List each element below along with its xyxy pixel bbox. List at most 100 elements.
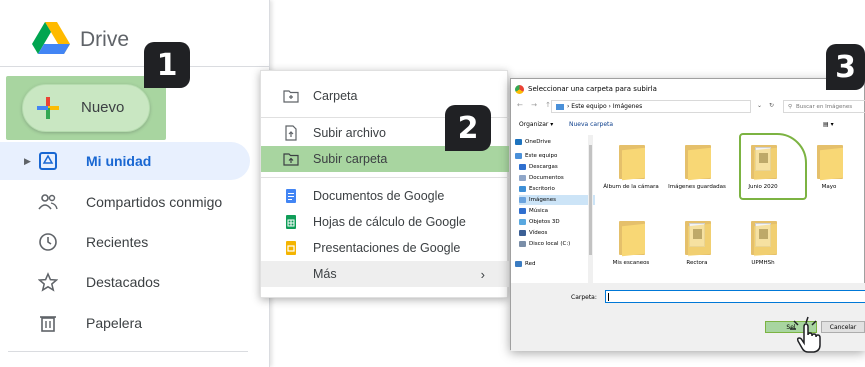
- tree-item-desktop[interactable]: Escritorio: [519, 184, 595, 194]
- app-name: Drive: [80, 28, 130, 51]
- view-options-icon[interactable]: ▤ ▾: [823, 121, 834, 128]
- folder-icon: [751, 221, 777, 257]
- pictures-icon: [519, 197, 526, 203]
- menu-item-label: Subir archivo: [313, 126, 386, 140]
- sidebar-item-my-drive[interactable]: ▶ Mi unidad: [0, 142, 250, 180]
- tree-item-music[interactable]: Música: [519, 206, 595, 216]
- upload-file-icon: [285, 125, 297, 141]
- address-bar[interactable]: › Este equipo › Imágenes: [551, 100, 751, 113]
- folder-label: UPMHSh: [751, 260, 775, 266]
- sidebar-item-label: Recientes: [86, 234, 149, 250]
- organize-button[interactable]: Organizar ▾: [519, 121, 553, 128]
- video-icon: [519, 230, 526, 236]
- shared-people-icon: [38, 194, 58, 210]
- menu-item-google-slides[interactable]: Presentaciones de Google: [261, 235, 509, 261]
- folder-item-saved-pictures[interactable]: Imágenes guardadas: [667, 139, 727, 209]
- tree-item-onedrive[interactable]: OneDrive: [515, 137, 591, 147]
- scrollbar-thumb[interactable]: [589, 145, 592, 255]
- folder-item-mayo[interactable]: Mayo: [799, 139, 859, 209]
- tree-item-3d-objects[interactable]: Objetos 3D: [519, 217, 595, 227]
- menu-item-more[interactable]: Más ›: [261, 261, 509, 287]
- tree-item-label: Disco local (C:): [529, 241, 571, 247]
- sidebar-item-recent[interactable]: Recientes: [0, 223, 250, 261]
- header-divider: [0, 66, 270, 67]
- folder-icon: [619, 145, 645, 181]
- search-icon: ⚲: [788, 103, 793, 110]
- tree-item-network[interactable]: Red: [515, 259, 591, 269]
- download-icon: [519, 164, 526, 170]
- search-input[interactable]: ⚲ Buscar en Imágenes: [783, 100, 865, 113]
- chrome-icon: [515, 84, 524, 94]
- sidebar-item-label: Compartidos conmigo: [86, 194, 223, 210]
- menu-item-label: Hojas de cálculo de Google: [313, 215, 466, 229]
- trash-icon: [40, 316, 56, 332]
- step-badge-1: 1: [144, 42, 190, 88]
- my-drive-icon: [39, 152, 57, 170]
- sidebar-item-shared[interactable]: Compartidos conmigo: [0, 183, 250, 221]
- selection-highlight: [739, 133, 807, 200]
- dialog-footer: Carpeta: Sel Cancelar: [511, 283, 865, 353]
- menu-item-label: Presentaciones de Google: [313, 241, 461, 255]
- text-caret: [608, 293, 609, 301]
- sidebar-item-label: Papelera: [86, 315, 143, 331]
- cancel-button[interactable]: Cancelar: [821, 321, 865, 333]
- folder-label: Álbum de la cámara: [603, 184, 659, 190]
- menu-item-google-sheets[interactable]: Hojas de cálculo de Google: [261, 209, 509, 235]
- menu-item-label: Carpeta: [313, 89, 358, 103]
- menu-item-label: Más: [313, 267, 337, 281]
- plus-icon: [37, 97, 59, 119]
- tree-item-label: Red: [525, 261, 536, 267]
- tree-item-local-disk[interactable]: Disco local (C:): [519, 239, 595, 249]
- star-icon: [38, 272, 58, 292]
- tree-item-videos[interactable]: Vídeos: [519, 228, 595, 238]
- sidebar-item-trash[interactable]: Papelera: [0, 304, 250, 342]
- chevron-right-icon: ›: [480, 266, 485, 282]
- back-forward-up-icons[interactable]: ← → ↑: [517, 101, 554, 109]
- folder-item-rectora[interactable]: Rectora: [667, 215, 727, 285]
- music-icon: [519, 208, 526, 214]
- step-badge-2: 2: [445, 105, 491, 151]
- google-drive-logo-icon: [32, 22, 70, 54]
- select-folder-dialog: Seleccionar una carpeta para subirla ← →…: [510, 78, 865, 353]
- caret-right-icon[interactable]: ▶: [24, 156, 31, 167]
- menu-item-label: Subir carpeta: [313, 152, 388, 166]
- tree-item-label: Objetos 3D: [529, 219, 560, 225]
- menu-item-google-docs[interactable]: Documentos de Google: [261, 183, 509, 209]
- folder-field-label: Carpeta:: [571, 294, 597, 301]
- tree-item-documents[interactable]: Documentos: [519, 173, 595, 183]
- menu-item-label: Documentos de Google: [313, 189, 445, 203]
- tree-item-label: Descargas: [529, 164, 558, 170]
- dialog-title: Seleccionar una carpeta para subirla: [528, 85, 657, 93]
- folder-item-upmhsh[interactable]: UPMHSh: [733, 215, 793, 285]
- refresh-icon[interactable]: ↻: [769, 102, 774, 109]
- tree-item-this-pc[interactable]: Este equipo: [515, 151, 591, 161]
- breadcrumb: › Este equipo › Imágenes: [567, 103, 643, 110]
- dropdown-chevron-icon[interactable]: ⌄: [757, 102, 762, 109]
- cloud-icon: [515, 139, 522, 145]
- cube-icon: [519, 219, 526, 225]
- google-slides-icon: [286, 241, 296, 255]
- hand-pointer-cursor-icon: [790, 316, 821, 353]
- desktop-icon: [519, 186, 526, 192]
- folder-item-camera-roll[interactable]: Álbum de la cámara: [601, 139, 661, 209]
- folder-label: Imágenes guardadas: [668, 184, 726, 190]
- folder-icon: [817, 145, 843, 181]
- dialog-titlebar: Seleccionar una carpeta para subirla: [515, 82, 657, 96]
- tree-item-pictures[interactable]: Imágenes: [519, 195, 595, 205]
- clock-icon: [39, 233, 57, 251]
- google-sheets-icon: [286, 215, 296, 229]
- new-button-label: Nuevo: [81, 99, 125, 116]
- tree-item-label: Imágenes: [529, 197, 556, 203]
- step-badge-3: 3: [826, 44, 865, 90]
- sidebar-item-label: Destacados: [86, 274, 160, 290]
- folder-input[interactable]: [605, 290, 865, 303]
- menu-separator: [261, 177, 509, 178]
- new-button[interactable]: Nuevo: [22, 84, 150, 132]
- sidebar-item-starred[interactable]: Destacados: [0, 263, 250, 301]
- folder-icon: [619, 221, 645, 257]
- folder-icon: [685, 145, 711, 181]
- tree-item-downloads[interactable]: Descargas: [519, 162, 595, 172]
- new-folder-button[interactable]: Nueva carpeta: [569, 121, 613, 128]
- folder-item-scans[interactable]: Mis escaneos: [601, 215, 661, 285]
- drive-sidebar: Drive Nuevo ▶ Mi unidad Compartidos conm…: [0, 0, 270, 367]
